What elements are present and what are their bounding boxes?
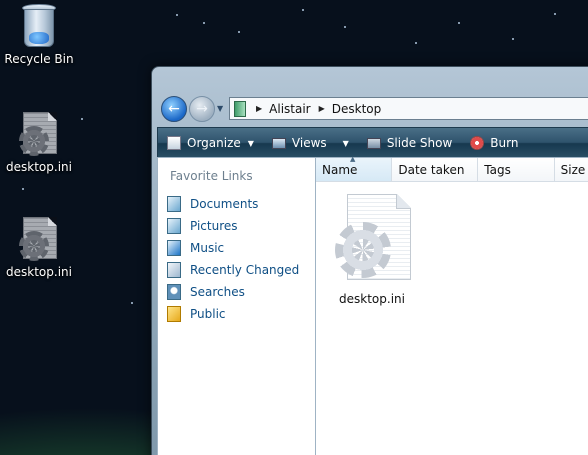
- desktop-icon-desktop-ini[interactable]: desktop.ini: [0, 112, 78, 174]
- file-list-pane[interactable]: ▲ Name Date taken Tags Size desktop.ini: [316, 155, 588, 455]
- favorite-link-label: Public: [190, 307, 226, 321]
- burn-button[interactable]: Burn: [470, 136, 518, 150]
- chevron-down-icon: ▼: [247, 138, 254, 148]
- column-header-label: Name: [322, 163, 358, 177]
- recycle-bin-icon: [20, 4, 58, 48]
- column-header-size[interactable]: Size: [555, 158, 588, 181]
- views-icon: [271, 137, 286, 149]
- forward-arrow-icon: →: [196, 101, 208, 117]
- folder-icon: [234, 100, 246, 117]
- slideshow-icon: [366, 137, 381, 149]
- views-button[interactable]: Views ▼: [271, 136, 349, 150]
- favorite-link-label: Pictures: [190, 219, 238, 233]
- favorite-link-recently-changed[interactable]: Recently Changed: [158, 259, 315, 281]
- recent-pages-chevron-icon[interactable]: ▼: [217, 104, 223, 113]
- back-arrow-icon: ←: [168, 101, 180, 117]
- desktop-icon-recycle-bin[interactable]: Recycle Bin: [0, 4, 78, 66]
- favorite-link-searches[interactable]: Searches: [158, 281, 315, 303]
- forward-button[interactable]: →: [189, 96, 215, 122]
- column-header-name[interactable]: ▲ Name: [316, 155, 393, 181]
- desktop-icon-desktop-ini-2[interactable]: desktop.ini: [0, 217, 78, 279]
- desktop-icon-label: Recycle Bin: [4, 52, 74, 66]
- file-item[interactable]: desktop.ini: [322, 194, 422, 306]
- searches-icon: [167, 284, 181, 300]
- burn-label: Burn: [490, 136, 519, 150]
- organize-button[interactable]: Organize ▼: [167, 136, 254, 150]
- column-header-label: Size: [560, 163, 586, 177]
- settings-file-icon: [19, 217, 59, 261]
- desktop-icon-label: desktop.ini: [6, 160, 72, 174]
- back-button[interactable]: ←: [161, 96, 187, 122]
- breadcrumb-item[interactable]: Desktop: [332, 102, 382, 116]
- breadcrumb-item[interactable]: Alistair: [269, 102, 310, 116]
- organize-label: Organize: [187, 136, 241, 150]
- explorer-window[interactable]: ← → ▼ ▶ Alistair ▶ Desktop Organize ▼ Vi…: [151, 66, 588, 455]
- column-header-label: Tags: [484, 163, 511, 177]
- favorite-link-music[interactable]: Music: [158, 237, 315, 259]
- favorite-links-heading: Favorite Links: [170, 169, 253, 183]
- favorite-link-pictures[interactable]: Pictures: [158, 215, 315, 237]
- favorite-link-label: Recently Changed: [190, 263, 300, 277]
- column-headers: ▲ Name Date taken Tags Size: [316, 155, 588, 182]
- column-header-date-taken[interactable]: Date taken: [392, 158, 479, 181]
- breadcrumb-separator-icon[interactable]: ▶: [319, 104, 325, 113]
- settings-file-icon: [19, 112, 59, 156]
- recent-icon: [167, 262, 181, 278]
- desktop-icon-label: desktop.ini: [6, 265, 72, 279]
- favorite-link-label: Music: [190, 241, 225, 255]
- address-bar[interactable]: ▶ Alistair ▶ Desktop: [229, 97, 588, 120]
- file-item-label: desktop.ini: [339, 292, 405, 306]
- breadcrumb-separator-icon[interactable]: ▶: [256, 104, 262, 113]
- slideshow-label: Slide Show: [386, 136, 453, 150]
- command-toolbar: Organize ▼ Views ▼ Slide Show Burn: [157, 127, 588, 158]
- title-bar[interactable]: ← → ▼ ▶ Alistair ▶ Desktop: [152, 67, 588, 124]
- column-header-label: Date taken: [398, 163, 465, 177]
- navigation-pane: Favorite Links Documents Pictures Music …: [157, 157, 316, 455]
- music-icon: [167, 240, 181, 256]
- favorite-links-list: Documents Pictures Music Recently Change…: [158, 193, 315, 325]
- slideshow-button[interactable]: Slide Show: [366, 136, 453, 150]
- public-folder-icon: [167, 306, 181, 322]
- burn-disc-icon: [470, 136, 485, 150]
- views-label: Views: [291, 136, 327, 150]
- settings-file-icon: [327, 194, 417, 290]
- favorite-link-documents[interactable]: Documents: [158, 193, 315, 215]
- organize-icon: [167, 136, 181, 150]
- pictures-icon: [167, 218, 181, 234]
- favorite-link-label: Searches: [190, 285, 245, 299]
- documents-icon: [167, 196, 181, 212]
- favorite-link-public[interactable]: Public: [158, 303, 315, 325]
- favorite-link-label: Documents: [190, 197, 259, 211]
- sort-ascending-icon: ▲: [350, 155, 356, 163]
- chevron-down-icon: ▼: [342, 138, 349, 148]
- column-header-tags[interactable]: Tags: [478, 158, 555, 181]
